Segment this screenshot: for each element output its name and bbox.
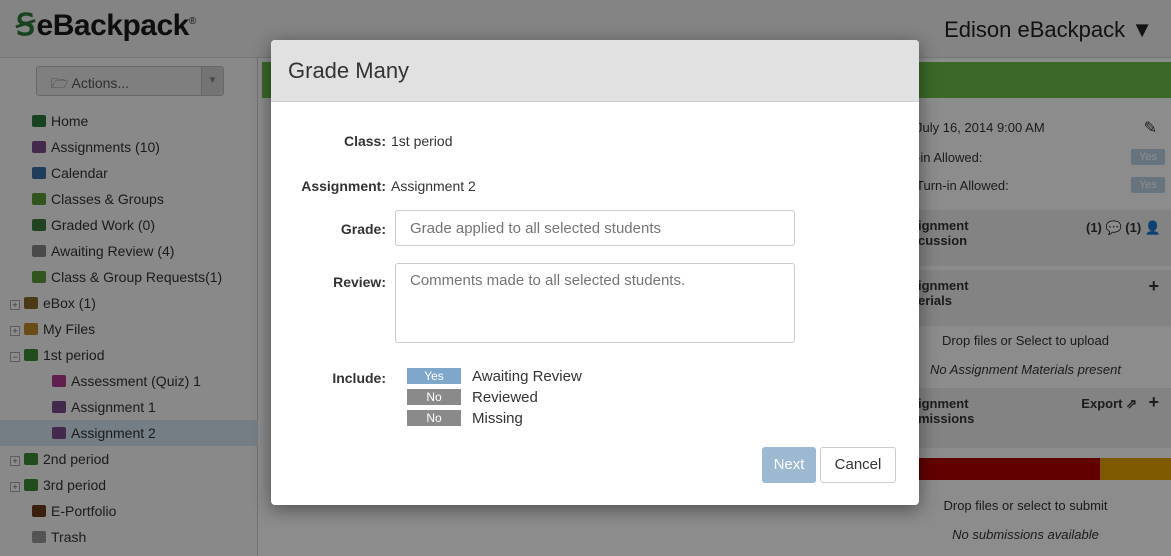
cancel-button[interactable]: Cancel <box>820 447 896 483</box>
awaiting-review-label: Awaiting Review <box>472 368 582 385</box>
assignment-value: Assignment 2 <box>391 178 476 194</box>
dialog-title: Grade Many <box>288 58 410 83</box>
grade-label: Grade: <box>340 221 386 237</box>
grade-input[interactable] <box>395 210 795 246</box>
grade-many-dialog: Grade Many Class: 1st period Assignment:… <box>271 40 919 505</box>
review-label: Review: <box>333 274 386 290</box>
missing-label: Missing <box>472 410 523 427</box>
dialog-header: Grade Many <box>271 40 919 102</box>
next-button[interactable]: Next <box>762 447 816 483</box>
class-label: Class: <box>343 133 386 149</box>
reviewed-label: Reviewed <box>472 389 538 406</box>
assignment-label: Assignment: <box>301 178 386 194</box>
review-textarea[interactable] <box>395 263 795 343</box>
class-value: 1st period <box>391 133 453 149</box>
awaiting-review-toggle[interactable]: Yes <box>407 368 461 384</box>
missing-toggle[interactable]: No <box>407 410 461 426</box>
include-label: Include: <box>332 370 386 386</box>
reviewed-toggle[interactable]: No <box>407 389 461 405</box>
